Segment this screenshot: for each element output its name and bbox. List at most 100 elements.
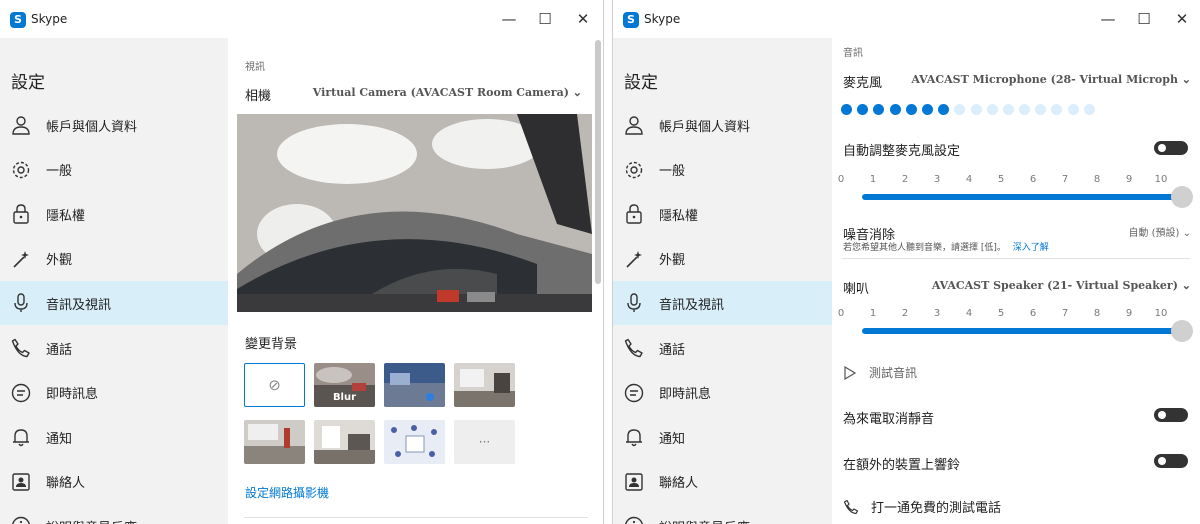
mic-level-dot (986, 104, 998, 115)
sidebar-item-lock[interactable]: 隱私權 (613, 192, 832, 236)
sidebar-item-lock[interactable]: 隱私權 (0, 192, 228, 236)
speaker-volume-handle[interactable] (1171, 320, 1193, 342)
background-none-option[interactable]: ⊘ (244, 363, 305, 407)
microphone-volume-track[interactable] (862, 194, 1182, 200)
sidebar-item-info[interactable]: 說明與意見反應 (0, 504, 228, 524)
mic-level-dot (905, 104, 917, 115)
scale-tick: 7 (1061, 174, 1069, 185)
sidebar-item-label: 隱私權 (659, 208, 699, 224)
webcam-settings-link[interactable]: 設定網路攝影機 (245, 484, 329, 501)
video-settings-panel: 視訊 相機 Virtual Camera (AVACAST Room Camer… (228, 38, 603, 524)
mic-level-dot (1067, 104, 1079, 115)
settings-title: 設定 (11, 73, 45, 93)
sidebar-item-contact-card[interactable]: 聯絡人 (613, 460, 832, 504)
sidebar-item-bell[interactable]: 通知 (0, 415, 228, 459)
background-option-7[interactable] (384, 420, 445, 464)
scale-tick: 5 (997, 308, 1005, 319)
phone-icon (843, 499, 859, 514)
microphone-dropdown[interactable]: AVACAST Microphone (28- Virtual Microph … (911, 73, 1191, 86)
close-button[interactable]: ✕ (1159, 0, 1200, 38)
chevron-down-icon: ⌄ (1182, 228, 1191, 239)
ring-extra-device-label: 在額外的裝置上響鈴 (843, 458, 961, 473)
contact-card-icon (10, 471, 32, 493)
microphone-label: 麥克風 (843, 76, 883, 91)
person-icon (623, 114, 645, 136)
more-backgrounds-button[interactable]: ··· (454, 420, 515, 464)
microphone-dropdown-value: AVACAST Microphone (28- Virtual Microph (911, 73, 1178, 86)
sidebar-item-person[interactable]: 帳戶與個人資料 (0, 103, 228, 147)
sidebar-item-label: 一般 (659, 164, 686, 180)
sidebar-item-magic-wand[interactable]: 外觀 (0, 237, 228, 281)
unmute-incoming-toggle[interactable] (1154, 408, 1188, 422)
sidebar-item-label: 通話 (46, 342, 73, 358)
skype-logo-icon: S (10, 12, 26, 28)
background-option-3[interactable] (384, 363, 445, 407)
sidebar-item-person[interactable]: 帳戶與個人資料 (613, 103, 832, 147)
speaker-label: 喇叭 (843, 282, 870, 297)
free-test-call-button[interactable]: 打一通免費的測試電話 (843, 497, 1001, 516)
camera-label: 相機 (245, 89, 272, 104)
microphone-icon (623, 292, 645, 314)
sidebar-item-chat[interactable]: 即時訊息 (613, 371, 832, 415)
auto-adjust-mic-toggle[interactable] (1154, 141, 1188, 155)
microphone-volume-handle[interactable] (1171, 186, 1193, 208)
sidebar-item-label: 外觀 (46, 253, 73, 269)
camera-dropdown[interactable]: Virtual Camera (AVACAST Room Camera) ⌄ (313, 86, 582, 99)
bell-icon (623, 426, 645, 448)
chevron-down-icon: ⌄ (1181, 279, 1191, 292)
sidebar-item-label: 帳戶與個人資料 (659, 119, 751, 135)
skype-logo-icon: S (623, 12, 639, 28)
scale-tick: 2 (901, 174, 909, 185)
sidebar-item-chat[interactable]: 即時訊息 (0, 371, 228, 415)
mic-level-dot (873, 104, 885, 115)
pattern-thumbnail-image (384, 420, 445, 464)
skype-window-audio: S Skype — ☐ ✕ 設定 帳戶與個人資料 一般 隱私權 外觀 音訊及視訊 通話 即時… (612, 0, 1200, 524)
sidebar-item-phone[interactable]: 通話 (613, 326, 832, 370)
unmute-incoming-label: 為來電取消靜音 (843, 412, 935, 427)
scrollbar-thumb[interactable] (595, 40, 601, 284)
audio-section-label: 音訊 (843, 48, 863, 59)
sidebar-item-magic-wand[interactable]: 外觀 (613, 237, 832, 281)
magic-wand-icon (623, 248, 645, 270)
toggle-knob (1158, 411, 1166, 419)
camera-preview (237, 114, 592, 312)
background-option-5[interactable] (244, 420, 305, 464)
sidebar-item-microphone[interactable]: 音訊及視訊 (613, 281, 832, 326)
learn-more-link[interactable]: 深入了解 (1013, 243, 1049, 253)
sidebar-item-microphone[interactable]: 音訊及視訊 (0, 281, 228, 326)
sidebar-item-gear[interactable]: 一般 (613, 148, 832, 192)
speaker-volume-scale: 0 1 2 3 4 5 6 7 8 9 10 (838, 308, 1171, 322)
toggle-knob (1158, 457, 1166, 465)
speaker-dropdown-value: AVACAST Speaker (21- Virtual Speaker) (931, 279, 1178, 292)
microphone-volume-scale: 0 1 2 3 4 5 6 7 8 9 10 (838, 174, 1171, 188)
sidebar-item-bell[interactable]: 通知 (613, 415, 832, 459)
background-blur-option[interactable]: Blur (314, 363, 375, 407)
noise-suppression-dropdown[interactable]: 自動 (預設) ⌄ (1128, 224, 1191, 239)
background-option-4[interactable] (454, 363, 515, 407)
scale-tick: 7 (1061, 308, 1069, 319)
scale-tick: 6 (1029, 308, 1037, 319)
background-option-6[interactable] (314, 420, 375, 464)
sidebar-item-info[interactable]: 說明與意見反應 (613, 504, 832, 524)
lock-icon (10, 203, 32, 225)
sidebar-item-phone[interactable]: 通話 (0, 326, 228, 370)
contact-card-icon (623, 471, 645, 493)
no-background-icon: ⊘ (268, 376, 281, 394)
sidebar-item-gear[interactable]: 一般 (0, 148, 228, 192)
audio-settings-panel: 音訊 麥克風 AVACAST Microphone (28- Virtual M… (832, 38, 1200, 524)
scale-tick: 0 (837, 174, 845, 185)
sidebar-item-contact-card[interactable]: 聯絡人 (0, 460, 228, 504)
settings-sidebar: 設定 帳戶與個人資料一般隱私權外觀音訊及視訊通話即時訊息通知聯絡人說明與意見反應 (613, 38, 832, 524)
mic-level-dot (970, 104, 982, 115)
sidebar-item-label: 通知 (659, 431, 686, 447)
scale-tick: 1 (869, 174, 877, 185)
speaker-volume-track[interactable] (862, 328, 1182, 334)
office2-thumbnail-image (244, 420, 305, 464)
close-button[interactable]: ✕ (560, 0, 603, 38)
test-audio-button[interactable]: 測試音訊 (843, 364, 917, 381)
mic-level-dot (889, 104, 901, 115)
ring-extra-device-toggle[interactable] (1154, 454, 1188, 468)
sidebar-item-label: 聯絡人 (659, 476, 699, 492)
scale-tick: 9 (1125, 174, 1133, 185)
speaker-dropdown[interactable]: AVACAST Speaker (21- Virtual Speaker) ⌄ (932, 279, 1191, 292)
